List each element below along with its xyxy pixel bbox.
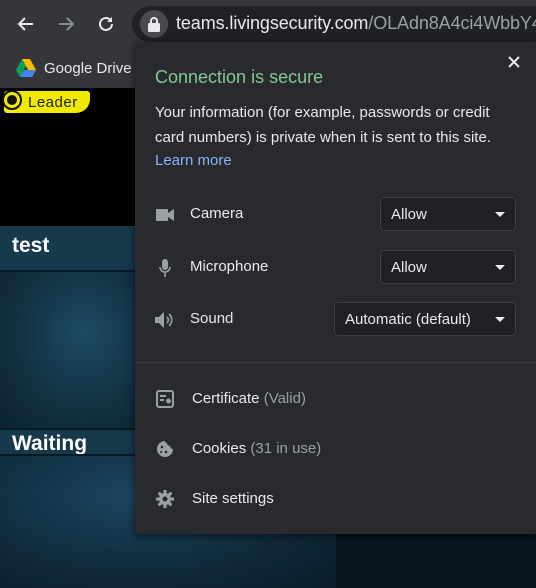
site-info-button[interactable] bbox=[140, 10, 168, 38]
select-value: Allow bbox=[391, 206, 427, 223]
cookies-label: Cookies bbox=[192, 440, 247, 457]
chevron-down-icon bbox=[495, 265, 505, 270]
cookie-icon bbox=[155, 439, 175, 459]
gear-icon bbox=[155, 489, 175, 509]
background-panel-right bbox=[336, 534, 536, 588]
video-tile: Leader bbox=[0, 88, 140, 226]
url-path: /OLAdn8A4ci4WbbY4l bbox=[368, 13, 536, 33]
forward-button[interactable] bbox=[52, 10, 80, 38]
site-settings-label: Site settings bbox=[192, 490, 274, 507]
permission-label: Sound bbox=[190, 310, 234, 327]
cookies-row[interactable]: Cookies (31 in use) bbox=[155, 434, 515, 464]
bookmark-label: Google Drive bbox=[44, 59, 132, 77]
microphone-permission-select[interactable]: Allow bbox=[380, 250, 516, 284]
close-icon bbox=[508, 56, 520, 68]
chevron-down-icon bbox=[495, 317, 505, 322]
leader-label: Leader bbox=[28, 93, 78, 111]
reload-button[interactable] bbox=[92, 10, 120, 38]
chevron-down-icon bbox=[495, 212, 505, 217]
team-header: test bbox=[0, 226, 140, 270]
certificate-label: Certificate bbox=[192, 390, 260, 407]
browser-toolbar: teams.livingsecurity.com/OLAdn8A4ci4WbbY… bbox=[0, 0, 536, 48]
google-drive-icon bbox=[16, 59, 36, 77]
certificate-icon bbox=[155, 389, 175, 409]
url-host: teams.livingsecurity.com bbox=[176, 13, 369, 33]
status-header: Waiting bbox=[0, 430, 140, 454]
bookmark-google-drive[interactable]: Google Drive bbox=[16, 56, 132, 80]
leader-badge: Leader bbox=[2, 90, 90, 113]
status-text: Waiting bbox=[12, 432, 88, 454]
arrow-left-icon bbox=[17, 17, 33, 31]
connection-description: Your information (for example, passwords… bbox=[155, 104, 491, 146]
permission-label: Microphone bbox=[190, 258, 269, 275]
permission-microphone: Microphone Allow bbox=[155, 250, 517, 286]
site-settings-row[interactable]: Site settings bbox=[155, 484, 515, 514]
certificate-status: (Valid) bbox=[263, 390, 306, 407]
lock-icon bbox=[148, 17, 160, 32]
cookies-status: (31 in use) bbox=[250, 440, 322, 457]
leader-ring-icon bbox=[2, 90, 22, 110]
camera-permission-select[interactable]: Allow bbox=[380, 197, 516, 231]
permission-label: Camera bbox=[190, 205, 244, 222]
certificate-row[interactable]: Certificate (Valid) bbox=[155, 384, 515, 414]
back-button[interactable] bbox=[12, 10, 40, 38]
microphone-icon bbox=[155, 258, 175, 278]
select-value: Allow bbox=[391, 259, 427, 276]
url-text[interactable]: teams.livingsecurity.com/OLAdn8A4ci4WbbY… bbox=[176, 13, 536, 34]
close-button[interactable] bbox=[504, 52, 524, 72]
select-value: Automatic (default) bbox=[345, 311, 471, 328]
sound-permission-select[interactable]: Automatic (default) bbox=[334, 302, 516, 336]
team-panel bbox=[0, 272, 140, 428]
arrow-right-icon bbox=[59, 17, 75, 31]
connection-status-title: Connection is secure bbox=[155, 67, 324, 87]
reload-icon bbox=[99, 16, 113, 31]
permission-sound: Sound Automatic (default) bbox=[155, 302, 517, 338]
site-info-popup: Connection is secure Your information (f… bbox=[135, 42, 536, 534]
speaker-icon bbox=[155, 310, 175, 330]
team-name: test bbox=[12, 234, 50, 257]
camera-icon bbox=[155, 205, 175, 225]
section-divider bbox=[135, 362, 536, 363]
learn-more-link[interactable]: Learn more bbox=[155, 152, 232, 169]
permission-camera: Camera Allow bbox=[155, 197, 517, 233]
